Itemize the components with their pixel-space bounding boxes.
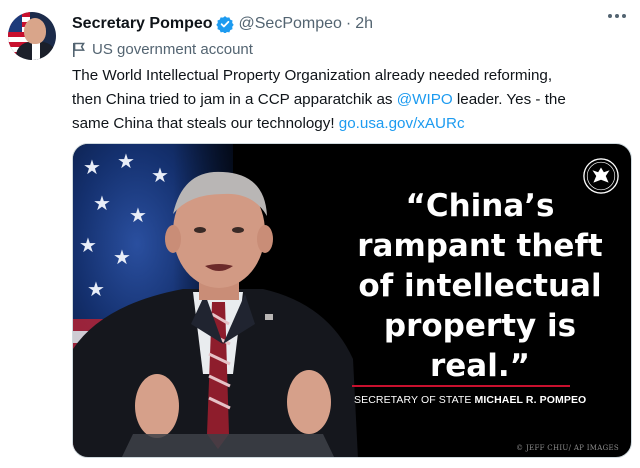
tweet-text: The World Intellectual Property Organiza… (72, 64, 632, 136)
quote-line: “China’s (405, 188, 555, 224)
tweet-text-line: same China that steals our technology! g… (72, 112, 632, 136)
separator-dot: · (345, 15, 352, 32)
quote-divider (352, 385, 570, 387)
flag-icon (73, 42, 85, 57)
more-dot (615, 14, 619, 18)
avatar[interactable] (8, 12, 56, 60)
avatar-head (24, 18, 46, 44)
quote-line: real.” (429, 348, 530, 384)
government-account-label[interactable]: US government account (72, 41, 253, 58)
tweet-text-line: The World Intellectual Property Organiza… (72, 67, 553, 84)
more-dot (608, 14, 612, 18)
verified-badge-icon (215, 16, 234, 33)
label-text: US government account (92, 41, 253, 58)
tweet-text-line: then China tried to jam in a CCP apparat… (72, 88, 632, 112)
timestamp[interactable]: 2h (355, 15, 373, 33)
tweet-text-segment: leader. Yes - the (452, 91, 566, 108)
more-dot (622, 14, 626, 18)
url-link[interactable]: go.usa.gov/xAURc (339, 115, 465, 132)
display-name[interactable]: Secretary Pompeo (72, 15, 213, 33)
tweet-card[interactable]: Secretary Pompeo @SecPompeo · 2h US gove… (0, 0, 640, 468)
photo-credit: © JEFF CHIU/ AP IMAGES (516, 444, 619, 452)
quote-line: property is (383, 308, 577, 344)
quote-line: rampant theft (357, 228, 603, 264)
quote-line: of intellectual (358, 268, 602, 304)
quote-attribution: SECRETARY OF STATE MICHAEL R. POMPEO (354, 394, 587, 406)
tweet-text-segment: then China tried to jam in a CCP apparat… (72, 91, 397, 108)
avatar-shirt (32, 42, 40, 60)
avatar-flag-canton (8, 12, 22, 32)
mention-link-wipo[interactable]: @WIPO (397, 91, 453, 108)
tweet-header: Secretary Pompeo @SecPompeo · 2h (72, 13, 373, 35)
speaker-photo (73, 171, 358, 457)
attribution-title: SECRETARY OF STATE (354, 394, 475, 406)
tweet-text-segment: same China that steals our technology! (72, 115, 339, 132)
more-options-icon[interactable] (608, 14, 626, 18)
tweet-media-image[interactable]: ★ ★ ★ ★ ★ ★ ★ ★ “China’s rampant theft o… (72, 143, 632, 458)
handle[interactable]: @SecPompeo (239, 15, 342, 33)
quote-text: “China’s rampant theft of intellectual p… (335, 186, 625, 386)
attribution-name: MICHAEL R. POMPEO (474, 394, 587, 406)
